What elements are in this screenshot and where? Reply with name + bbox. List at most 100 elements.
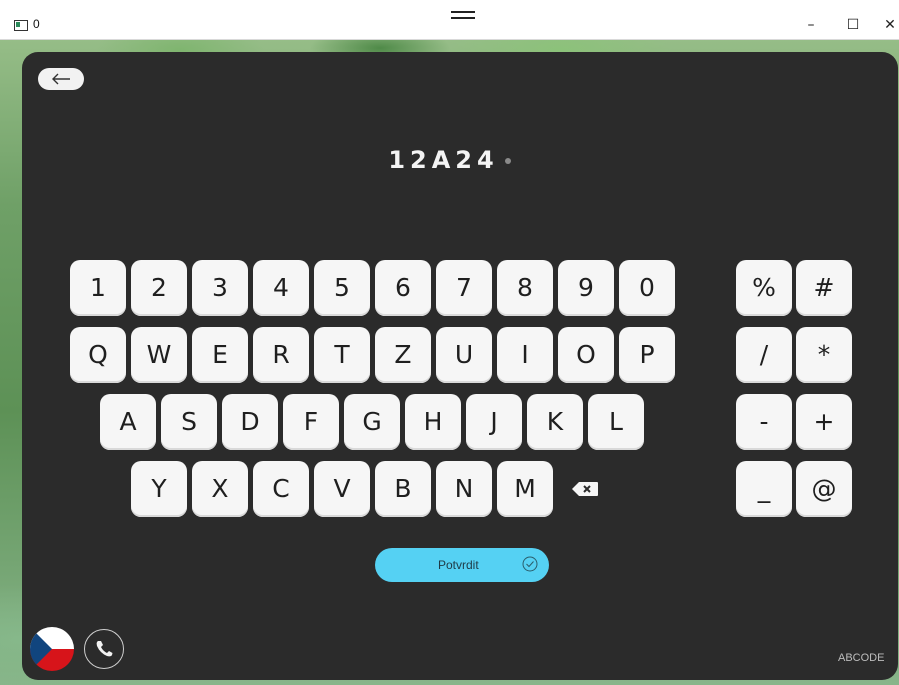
back-button[interactable] xyxy=(38,68,84,90)
key-symbols-7[interactable]: @ xyxy=(796,461,852,517)
key-label: R xyxy=(272,340,290,369)
key-label: * xyxy=(817,340,831,369)
key-symbols-0[interactable]: % xyxy=(736,260,792,316)
code-value: 12A24 xyxy=(388,146,499,174)
key-label: L xyxy=(609,407,623,436)
key-l[interactable]: L xyxy=(588,394,644,450)
check-circle-icon xyxy=(522,556,538,572)
key-k[interactable]: K xyxy=(527,394,583,450)
key-label: 2 xyxy=(151,273,167,302)
key-label: U xyxy=(454,340,474,369)
key-label: S xyxy=(181,407,197,436)
key-s[interactable]: S xyxy=(161,394,217,450)
key-g[interactable]: G xyxy=(344,394,400,450)
key-label: Y xyxy=(151,474,167,503)
cursor-dot xyxy=(504,158,511,164)
key-symbols-6[interactable]: _ xyxy=(736,461,792,517)
key-q[interactable]: Q xyxy=(70,327,126,383)
key-label: C xyxy=(272,474,290,503)
language-flag-button[interactable] xyxy=(30,627,74,671)
key-d[interactable]: D xyxy=(222,394,278,450)
key-label: 3 xyxy=(212,273,228,302)
key-label: E xyxy=(212,340,228,369)
key-i[interactable]: I xyxy=(497,327,553,383)
key-label: 6 xyxy=(395,273,411,302)
key-label: _ xyxy=(757,474,771,503)
key-9[interactable]: 9 xyxy=(558,260,614,316)
key-label: / xyxy=(759,340,769,369)
key-label: + xyxy=(813,407,835,436)
phone-icon xyxy=(96,641,113,657)
minimize-button[interactable]: – xyxy=(798,13,824,37)
key-p[interactable]: P xyxy=(619,327,675,383)
key-c[interactable]: C xyxy=(253,461,309,517)
key-label: T xyxy=(334,340,350,369)
key-y[interactable]: Y xyxy=(131,461,187,517)
key-label: 8 xyxy=(517,273,533,302)
key-label: @ xyxy=(811,474,837,503)
key-label: # xyxy=(813,273,835,302)
key-label: W xyxy=(146,340,172,369)
key-1[interactable]: 1 xyxy=(70,260,126,316)
key-o[interactable]: O xyxy=(558,327,614,383)
key-label: O xyxy=(576,340,596,369)
key-z[interactable]: Z xyxy=(375,327,431,383)
key-label: X xyxy=(211,474,229,503)
key-5[interactable]: 5 xyxy=(314,260,370,316)
close-button[interactable]: ✕ xyxy=(877,13,899,37)
key-n[interactable]: N xyxy=(436,461,492,517)
call-button[interactable] xyxy=(84,629,124,669)
key-label: Q xyxy=(88,340,108,369)
backspace-icon[interactable] xyxy=(571,481,599,497)
key-symbols-2[interactable]: / xyxy=(736,327,792,383)
key-v[interactable]: V xyxy=(314,461,370,517)
drag-handle-icon[interactable] xyxy=(451,11,475,19)
key-0[interactable]: 0 xyxy=(619,260,675,316)
key-m[interactable]: M xyxy=(497,461,553,517)
key-symbols-4[interactable]: - xyxy=(736,394,792,450)
app-icon xyxy=(14,20,28,31)
arrow-left-icon xyxy=(52,73,70,85)
key-label: - xyxy=(759,407,769,436)
key-7[interactable]: 7 xyxy=(436,260,492,316)
key-w[interactable]: W xyxy=(131,327,187,383)
key-label: K xyxy=(546,407,564,436)
key-8[interactable]: 8 xyxy=(497,260,553,316)
brand-label: ABCODE xyxy=(838,652,885,664)
key-4[interactable]: 4 xyxy=(253,260,309,316)
key-f[interactable]: F xyxy=(283,394,339,450)
key-x[interactable]: X xyxy=(192,461,248,517)
code-display: 12A24 xyxy=(0,146,899,174)
key-r[interactable]: R xyxy=(253,327,309,383)
key-t[interactable]: T xyxy=(314,327,370,383)
key-label: M xyxy=(514,474,536,503)
key-label: J xyxy=(490,407,498,436)
key-2[interactable]: 2 xyxy=(131,260,187,316)
key-label: 5 xyxy=(334,273,350,302)
key-label: 1 xyxy=(90,273,106,302)
key-j[interactable]: J xyxy=(466,394,522,450)
key-6[interactable]: 6 xyxy=(375,260,431,316)
key-label: B xyxy=(394,474,412,503)
key-label: 4 xyxy=(273,273,289,302)
key-symbols-5[interactable]: + xyxy=(796,394,852,450)
czech-flag-icon xyxy=(30,627,74,671)
key-label: H xyxy=(423,407,443,436)
key-e[interactable]: E xyxy=(192,327,248,383)
key-label: G xyxy=(362,407,382,436)
key-b[interactable]: B xyxy=(375,461,431,517)
key-label: V xyxy=(333,474,351,503)
key-u[interactable]: U xyxy=(436,327,492,383)
key-label: Z xyxy=(394,340,412,369)
key-3[interactable]: 3 xyxy=(192,260,248,316)
maximize-button[interactable]: ☐ xyxy=(840,13,866,37)
key-h[interactable]: H xyxy=(405,394,461,450)
key-symbols-1[interactable]: # xyxy=(796,260,852,316)
key-label: 0 xyxy=(639,273,655,302)
key-label: A xyxy=(119,407,137,436)
key-label: I xyxy=(521,340,529,369)
key-symbols-3[interactable]: * xyxy=(796,327,852,383)
key-a[interactable]: A xyxy=(100,394,156,450)
key-label: 9 xyxy=(578,273,594,302)
confirm-button[interactable]: Potvrdit xyxy=(375,548,549,582)
